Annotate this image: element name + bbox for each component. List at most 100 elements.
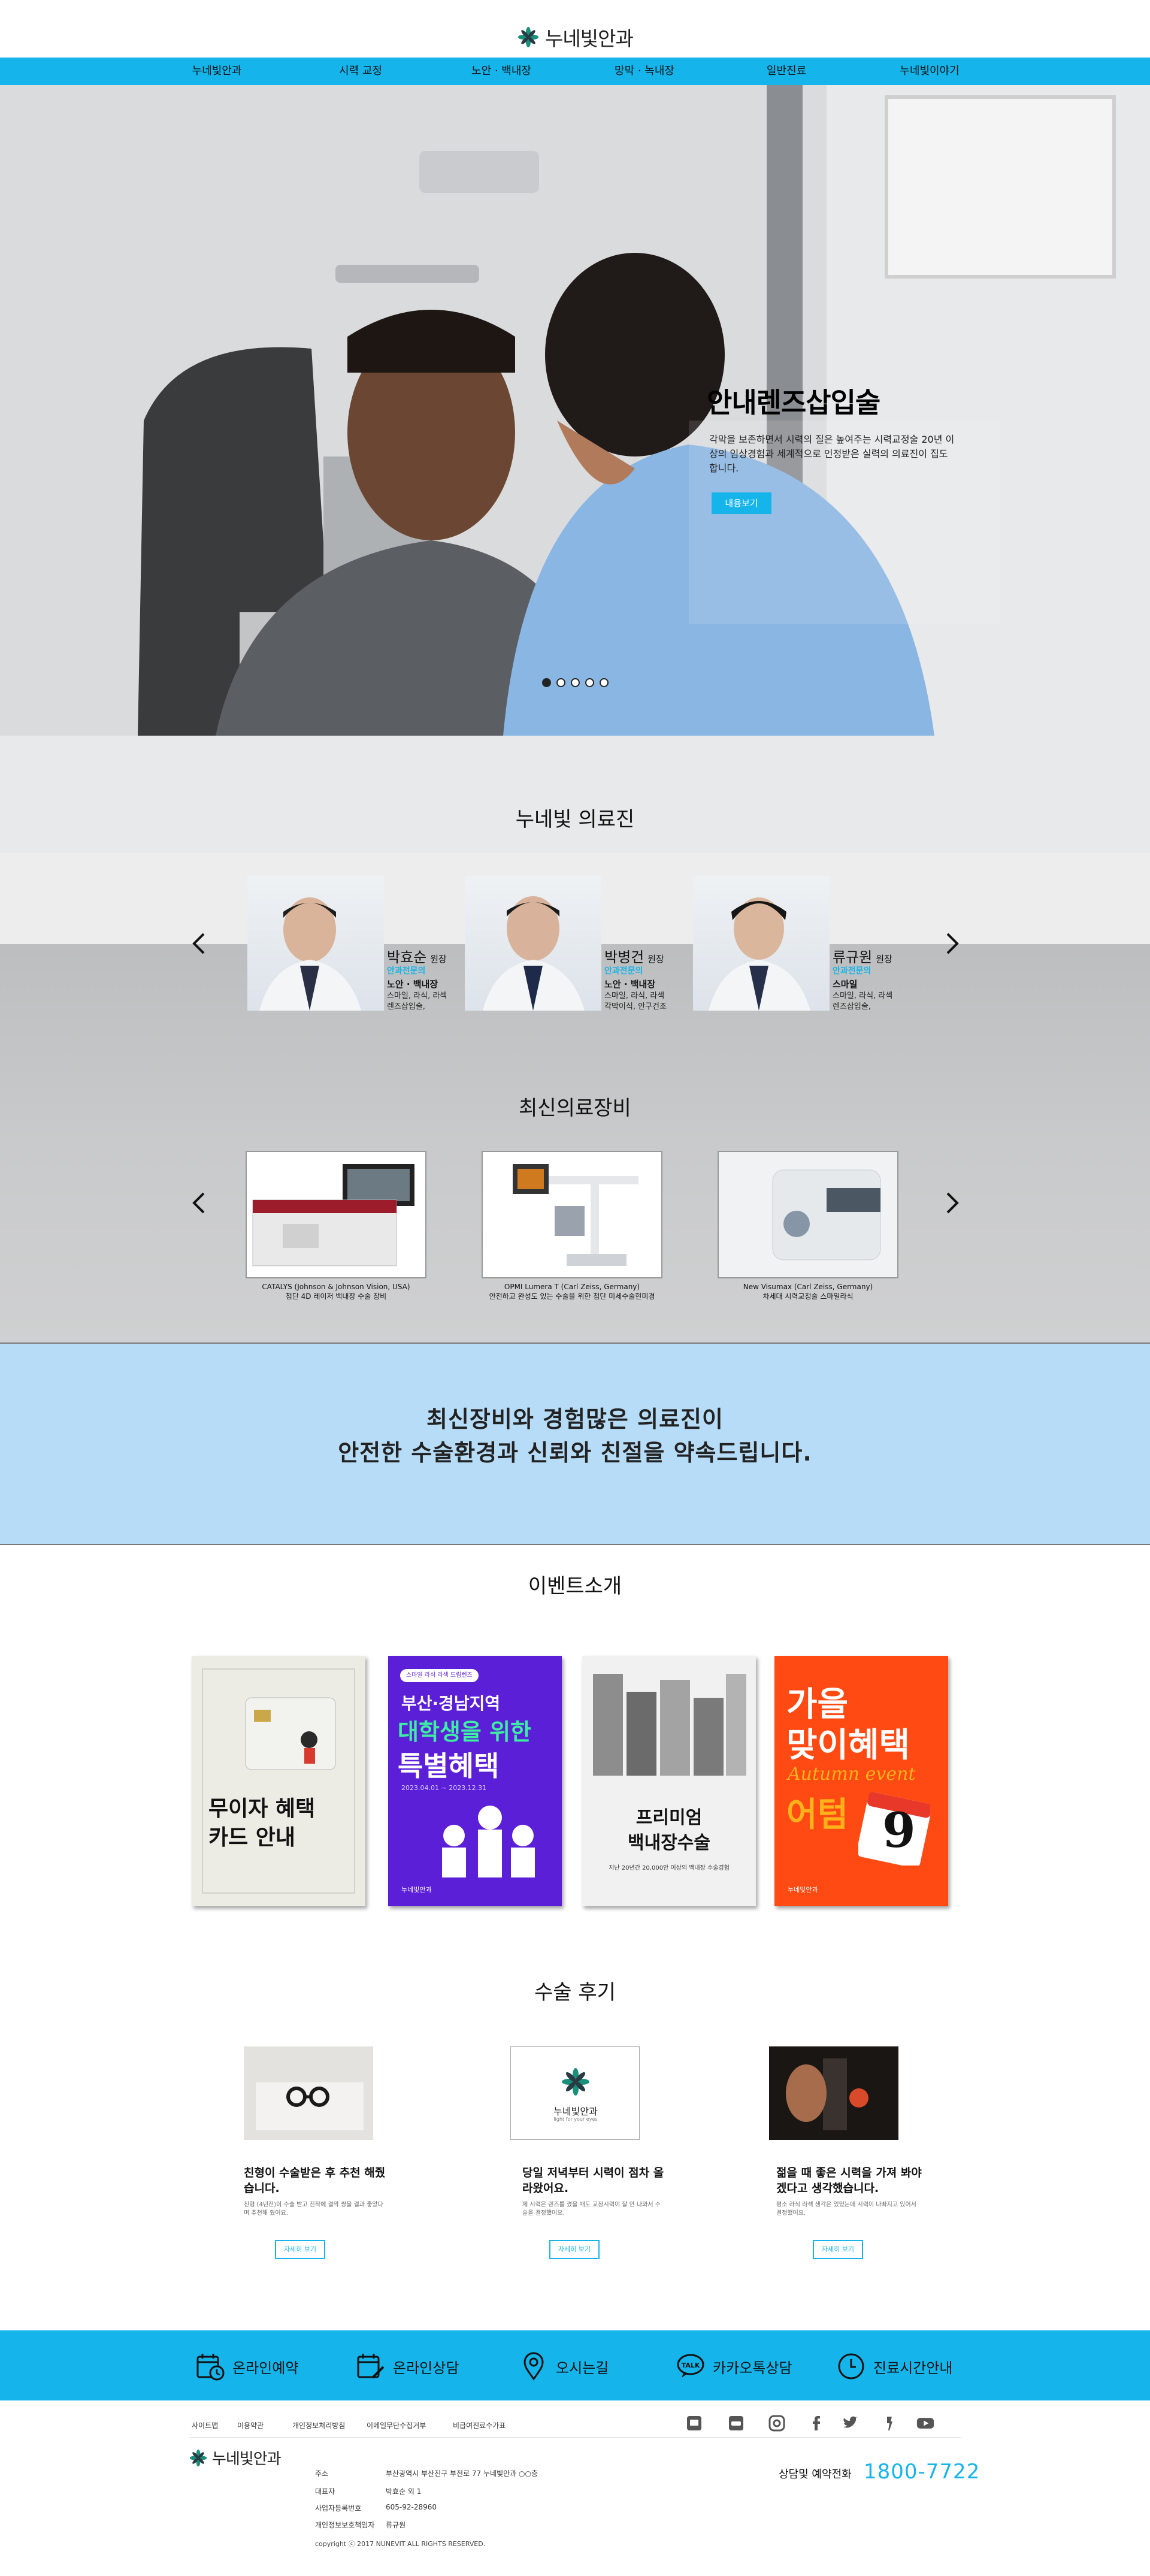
doctors-next-arrow-icon[interactable]: [942, 930, 962, 957]
nav-item-vision-correction[interactable]: 시력 교정: [339, 58, 382, 85]
hero-photo: [0, 85, 1150, 736]
blog-icon[interactable]: [685, 2414, 703, 2432]
review-logo-icon: [562, 2068, 589, 2096]
review-image-1[interactable]: [244, 2046, 373, 2140]
equipment-caption-2: OPMI Lumera T (Carl Zeiss, Germany) 안전하고 …: [489, 1283, 655, 1301]
events-section-title: 이벤트소개: [528, 1574, 622, 1598]
doctor-3-tag: 안과전문의: [833, 966, 871, 976]
review-image-3[interactable]: [769, 2046, 898, 2140]
equipment-next-arrow-icon[interactable]: [942, 1190, 962, 1216]
logo-mark-icon: [518, 27, 538, 47]
review-1-more-button[interactable]: 자세히 보기: [275, 2240, 325, 2259]
nav-item-retina-glaucoma[interactable]: 망막 · 녹내장: [615, 58, 674, 85]
hero-pagination: [542, 678, 609, 687]
equipment-image-2[interactable]: [482, 1151, 662, 1278]
doctor-3-specialty: 스마일: [833, 979, 858, 990]
map-pin-icon: [523, 2352, 544, 2381]
doctor-1-tag: 안과전문의: [387, 966, 426, 976]
quick-link-hours[interactable]: 진료시간안내: [836, 2350, 952, 2383]
nav-item-about[interactable]: 누네빛안과: [192, 58, 242, 85]
footer-link-sitemap[interactable]: 사이트맵: [192, 2420, 218, 2430]
banner-line-2: 안전한 수술환경과 신뢰와 친절을 약속드립니다.: [338, 1440, 812, 1466]
doctor-2-specialty: 노안 · 백내장: [604, 979, 656, 990]
quick-link-directions[interactable]: 오시는길: [519, 2350, 609, 2383]
footer-logo[interactable]: 누네빛안과: [189, 2447, 282, 2469]
review-2-more-button[interactable]: 자세히 보기: [549, 2240, 600, 2259]
event-card-4[interactable]: 가을 맞이혜택 Autumn event 어텀 9 누네빛안과: [774, 1656, 948, 1906]
hero-more-button[interactable]: 내용보기: [712, 492, 771, 514]
quick-link-directions-label: 오시는길: [556, 2359, 609, 2377]
event-card-2-students-illustration: [442, 1806, 535, 1877]
footer-link-fee-table[interactable]: 비급여진료수가표: [453, 2420, 506, 2430]
review-1-body: 친형 (4년전)이 수술 받고 진작에 결막 쌍을 결과 좋았다며 추천해 줬어…: [244, 2202, 383, 2217]
event-card-2[interactable]: 스마일 라식 라섹 드림렌즈 부산·경남지역 대학생을 위한 특별혜택 2023…: [388, 1656, 562, 1906]
footer-phone-label: 상담및 예약전화: [779, 2468, 852, 2481]
site-logo[interactable]: 누네빛안과: [518, 24, 634, 50]
hero-description: 각막을 보존하면서 시력의 질은 높여주는 시력교정술 20년 이상의 임상경험…: [709, 434, 955, 474]
footer-link-email-refusal[interactable]: 이메일무단수집거부: [367, 2420, 426, 2430]
review-3-headline: 젊을 때 좋은 시력을 가져 봐야겠다고 생각했습니다.: [776, 2166, 922, 2195]
quick-link-reservation[interactable]: 온라인예약: [195, 2350, 298, 2383]
event-card-4-line3: 어텀: [786, 1795, 849, 1834]
event-card-2-logo: 누네빛안과: [401, 1886, 432, 1894]
instagram-icon[interactable]: [768, 2414, 786, 2432]
slide-dot-2[interactable]: [556, 678, 565, 687]
event-card-3[interactable]: 프리미엄 백내장수술 지난 20년간 20,000안 이상의 백내장 수술경험: [582, 1656, 756, 1906]
cafe-icon[interactable]: [727, 2414, 745, 2432]
event-card-3-note: 지난 20년간 20,000안 이상의 백내장 수술경험: [609, 1865, 730, 1871]
review-image-2[interactable]: 누네빛안과 light for your eyes: [510, 2046, 640, 2140]
slide-dot-4[interactable]: [585, 678, 594, 687]
quick-link-consult-label: 온라인상담: [393, 2359, 459, 2377]
footer-info-bizno: 605-92-28960: [386, 2503, 437, 2511]
footer-logo-mark-icon: [189, 2449, 207, 2466]
footer-phone-number[interactable]: 1800-7722: [864, 2460, 980, 2484]
equipment-prev-arrow-icon[interactable]: [189, 1190, 210, 1216]
footer-link-terms[interactable]: 이용약관: [237, 2420, 264, 2430]
doctor-1-name: 박효순 원장: [387, 949, 447, 966]
reviews-section-title: 수술 후기: [534, 1981, 616, 2004]
footer-info-bizno-label: 사업자등록번호: [315, 2504, 362, 2512]
nav-item-general[interactable]: 일반진료: [767, 58, 806, 85]
review-logo-tagline: light for your eyes: [553, 2117, 598, 2122]
svg-text:TALK: TALK: [682, 2362, 700, 2369]
doctors-header-band: [0, 736, 1150, 853]
equipment-image-3[interactable]: [718, 1151, 898, 1278]
event-card-4-number: 9: [882, 1802, 916, 1858]
event-card-4-script: Autumn event: [788, 1764, 916, 1785]
facebook-icon[interactable]: [807, 2414, 825, 2432]
doctor-2-tag: 안과전문의: [604, 966, 643, 976]
doctor-photo-3: [693, 876, 830, 1011]
nav-item-stories[interactable]: 누네빛이야기: [900, 58, 959, 85]
review-3-body: 평소 라식 라섹 생각은 있었는데 시력이 나빠지고 있어서 결정했어요.: [776, 2202, 916, 2217]
review-3-more-button[interactable]: 자세히 보기: [813, 2240, 863, 2259]
hero-title: 안내렌즈삽입술: [707, 386, 880, 419]
footer-info-privacy-officer: 류규원: [386, 2521, 406, 2529]
nav-item-presbyopia-cataract[interactable]: 노안 · 백내장: [471, 58, 531, 85]
footer-copyright: copyright ⓒ 2017 NUNEVIT ALL RIGHTS RESE…: [315, 2540, 486, 2548]
slide-dot-3[interactable]: [571, 678, 580, 687]
footer-divider: [189, 2437, 961, 2438]
kakaostory-icon[interactable]: [880, 2414, 898, 2432]
quick-link-kakaotalk[interactable]: TALK 카카오톡상담: [676, 2350, 792, 2383]
logo-text: 누네빛안과: [545, 27, 634, 50]
footer-link-privacy[interactable]: 개인정보처리방침: [292, 2420, 345, 2430]
twitter-icon[interactable]: [841, 2414, 859, 2432]
equipment-image-1[interactable]: [246, 1151, 426, 1278]
slide-dot-5[interactable]: [600, 678, 609, 687]
doctors-prev-arrow-icon[interactable]: [189, 930, 210, 957]
event-card-2-period: 2023.04.01 ~ 2023.12.31: [401, 1784, 487, 1792]
footer-info-ceo: 박효순 외 1: [386, 2487, 422, 2496]
event-card-2-target: 대학생을 위한: [398, 1719, 531, 1745]
footer-info-address: 부산광역시 부산진구 부전로 77 누네빛안과 ○○층: [386, 2469, 538, 2478]
slide-dot-1[interactable]: [542, 678, 551, 687]
youtube-icon[interactable]: [916, 2414, 934, 2432]
event-card-2-benefit: 특별혜택: [398, 1750, 500, 1782]
quick-link-consult[interactable]: 온라인상담: [356, 2350, 459, 2383]
review-logo-text: 누네빛안과: [553, 2106, 598, 2117]
review-1-headline: 친형이 수술받은 후 추천 해줬습니다.: [244, 2166, 386, 2195]
doctor-2-desc: 스마일, 라식, 라섹 각막이식, 안구건조: [604, 991, 667, 1011]
review-2-headline: 당일 저녁부터 시력이 점차 올라왔어요.: [522, 2166, 664, 2195]
doctors-section-title: 누네빛 의료진: [515, 808, 635, 832]
equipment-section-title: 최신의료장비: [519, 1096, 631, 1120]
event-card-1[interactable]: 무이자 혜택 카드 안내: [192, 1656, 365, 1906]
